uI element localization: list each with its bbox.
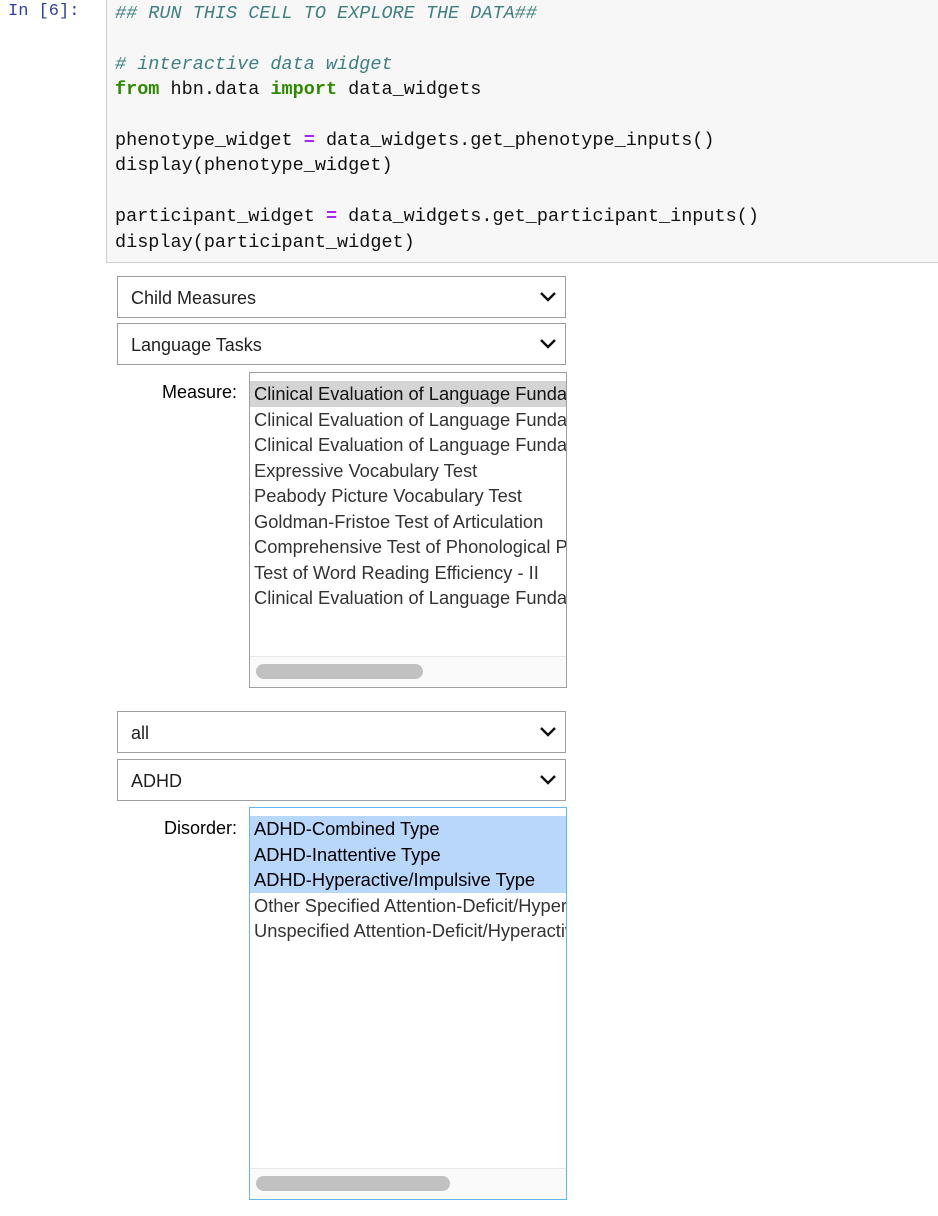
code-text: display(participant_widget) <box>115 231 415 253</box>
list-option[interactable]: ADHD-Inattentive Type <box>250 841 566 867</box>
code-editor[interactable]: ## RUN THIS CELL TO EXPLORE THE DATA## #… <box>115 1 759 255</box>
chevron-down-icon <box>540 339 556 349</box>
subcategory-dropdown[interactable]: Language Tasks <box>117 323 566 365</box>
measure-listbox[interactable]: Clinical Evaluation of Language Fundamen… <box>249 372 567 688</box>
dropdown-value: all <box>131 723 150 743</box>
keyword: from <box>115 79 160 101</box>
scrollbar-thumb[interactable] <box>256 1176 450 1191</box>
operator: = <box>325 206 338 228</box>
diagnosis-dropdown[interactable]: ADHD <box>117 759 566 801</box>
list-option[interactable]: ADHD-Combined Type <box>250 816 566 842</box>
list-option[interactable]: ADHD-Hyperactive/Impulsive Type <box>250 867 566 893</box>
code-text: data_widgets.get_participant_inputs() <box>337 206 759 228</box>
list-option[interactable]: Goldman-Fristoe Test of Articulation <box>250 509 566 535</box>
filter-dropdown[interactable]: all <box>117 711 566 753</box>
list-option[interactable]: Unspecified Attention-Deficit/Hyperactiv… <box>250 918 566 944</box>
code-text: display(phenotype_widget) <box>115 155 393 177</box>
operator: = <box>303 130 315 152</box>
list-option[interactable]: Test of Word Reading Efficiency - II <box>250 560 566 586</box>
disorder-label: Disorder: <box>163 818 237 838</box>
list-option[interactable]: Clinical Evaluation of Language Fundamen… <box>250 432 566 458</box>
code-text: data_widgets.get_phenotype_inputs() <box>314 130 715 152</box>
list-option[interactable]: Clinical Evaluation of Language Fundamen… <box>250 381 566 407</box>
code-text: hbn.data <box>159 79 271 101</box>
code-cell[interactable]: ## RUN THIS CELL TO EXPLORE THE DATA## #… <box>106 0 938 263</box>
cell-prompt: In [6]: <box>8 2 80 21</box>
chevron-down-icon <box>540 292 556 302</box>
disorder-listbox[interactable]: ADHD-Combined Type ADHD-Inattentive Type A… <box>249 807 567 1200</box>
dropdown-value: ADHD <box>131 771 183 791</box>
horizontal-scrollbar[interactable] <box>250 656 566 687</box>
code-comment: ## RUN THIS CELL TO EXPLORE THE DATA## <box>115 3 537 24</box>
list-option[interactable]: Expressive Vocabulary Test <box>250 458 566 484</box>
measure-label: Measure: <box>161 382 237 402</box>
list-option[interactable]: Peabody Picture Vocabulary Test <box>250 483 566 509</box>
list-option[interactable]: Comprehensive Test of Phonological Proce… <box>250 534 566 560</box>
keyword: import <box>270 79 338 101</box>
scrollbar-thumb[interactable] <box>256 664 423 679</box>
horizontal-scrollbar[interactable] <box>250 1168 566 1199</box>
list-option[interactable]: Clinical Evaluation of Language Fundamen… <box>250 407 566 433</box>
list-option[interactable]: Other Specified Attention-Deficit/Hypera… <box>250 893 566 919</box>
dropdown-value: Language Tasks <box>131 335 262 355</box>
category-dropdown[interactable]: Child Measures <box>117 276 566 318</box>
code-text: data_widgets <box>337 79 482 101</box>
chevron-down-icon <box>540 727 556 737</box>
code-text: participant_widget <box>115 206 326 228</box>
code-text: phenotype_widget <box>115 130 304 152</box>
code-comment: # interactive data widget <box>115 53 393 75</box>
chevron-down-icon <box>540 775 556 785</box>
dropdown-value: Child Measures <box>131 288 257 308</box>
list-option[interactable]: Clinical Evaluation of Language Fundamen… <box>250 585 566 611</box>
